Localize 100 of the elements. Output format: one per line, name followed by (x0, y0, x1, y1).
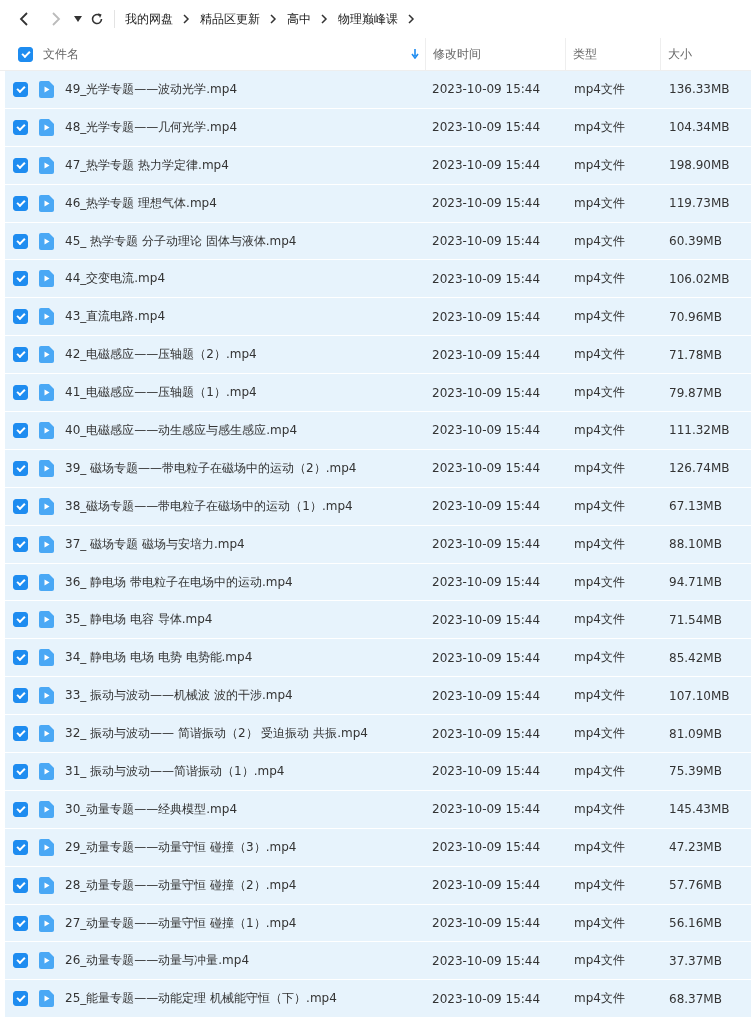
file-row[interactable]: 27_动量专题——动量守恒 碰撞（1）.mp4 2023-10-09 15:44 mp4文件 56.16MB (5, 904, 751, 942)
file-name: 29_动量专题——动量守恒 碰撞（3）.mp4 (65, 838, 297, 856)
file-row[interactable]: 46_热学专题 理想气体.mp4 2023-10-09 15:44 mp4文件 119.73MB (5, 184, 751, 222)
checkbox[interactable] (13, 536, 28, 552)
file-row[interactable]: 32_ 振动与波动—— 简谐振动（2） 受迫振动 共振.mp4 2023-10-09 15:44 mp4文件 81.09MB (5, 715, 751, 753)
file-row[interactable]: 45_ 热学专题 分子动理论 固体与液体.mp4 2023-10-09 15:44 mp4文件 60.39MB (5, 222, 751, 260)
checkbox[interactable] (13, 839, 28, 855)
file-row[interactable]: 47_热学专题 热力学定律.mp4 2023-10-09 15:44 mp4文件 198.90MB (5, 146, 751, 184)
file-row[interactable]: 43_直流电路.mp4 2023-10-09 15:44 mp4文件 70.96MB (5, 298, 751, 336)
file-type: mp4文件 (573, 80, 626, 98)
checkbox[interactable] (13, 650, 28, 666)
file-row[interactable]: 28_动量专题——动量守恒 碰撞（2）.mp4 2023-10-09 15:44 mp4文件 57.76MB (5, 866, 751, 904)
checkbox[interactable] (13, 81, 28, 97)
file-name: 43_直流电路.mp4 (65, 308, 166, 326)
video-file-icon (39, 346, 54, 364)
checkbox[interactable] (13, 385, 28, 401)
checkbox[interactable] (13, 347, 28, 363)
file-row[interactable]: 34_ 静电场 电场 电势 电势能.mp4 2023-10-09 15:44 mp4文件 85.42MB (5, 639, 751, 677)
modified-date: 2023-10-09 15:44 (431, 840, 542, 855)
checkbox[interactable] (13, 498, 28, 514)
checkbox[interactable] (13, 119, 28, 135)
checkbox[interactable] (13, 422, 28, 438)
checkbox[interactable] (13, 612, 28, 628)
modified-date: 2023-10-09 15:44 (431, 916, 542, 931)
file-size: 37.37MB (668, 953, 723, 968)
video-file-icon (39, 497, 54, 515)
file-size: 111.32MB (668, 423, 731, 438)
file-type: mp4文件 (573, 459, 626, 477)
breadcrumb-link[interactable]: 我的网盘 (125, 10, 173, 28)
breadcrumb-link[interactable]: 物理巅峰课 (338, 10, 398, 28)
dropdown-icon[interactable] (74, 16, 82, 22)
column-header[interactable]: 类型 (573, 45, 597, 63)
file-type: mp4文件 (573, 649, 626, 667)
video-file-icon (39, 459, 54, 477)
file-size: 85.42MB (668, 650, 723, 665)
modified-date: 2023-10-09 15:44 (431, 537, 542, 552)
column-header[interactable]: 文件名 (43, 45, 411, 63)
file-row[interactable]: 38_磁场专题——带电粒子在磁场中的运动（1）.mp4 2023-10-09 15:44 mp4文件 67.13MB (5, 487, 751, 525)
file-name: 35_ 静电场 电容 导体.mp4 (65, 611, 213, 629)
checkbox[interactable] (18, 46, 33, 62)
breadcrumb-link[interactable]: 高中 (287, 10, 311, 28)
video-file-icon (39, 952, 54, 970)
file-size: 71.54MB (668, 612, 723, 627)
breadcrumb-link[interactable]: 精品区更新 (200, 10, 260, 28)
checkbox[interactable] (13, 801, 28, 817)
sort-arrow-icon[interactable] (411, 49, 419, 59)
file-row[interactable]: 48_光学专题——几何光学.mp4 2023-10-09 15:44 mp4文件 104.34MB (5, 108, 751, 146)
file-row[interactable]: 40_电磁感应——动生感应与感生感应.mp4 2023-10-09 15:44 mp4文件 111.32MB (5, 412, 751, 449)
file-name: 37_ 磁场专题 磁场与安培力.mp4 (65, 535, 245, 553)
modified-date: 2023-10-09 15:44 (431, 271, 542, 286)
file-row[interactable]: 35_ 静电场 电容 导体.mp4 2023-10-09 15:44 mp4文件 71.54MB (5, 601, 751, 639)
file-type: mp4文件 (573, 838, 626, 856)
checkbox[interactable] (13, 763, 28, 779)
file-row[interactable]: 39_ 磁场专题——带电粒子在磁场中的运动（2）.mp4 2023-10-09 15:44 mp4文件 126.74MB (5, 449, 751, 487)
modified-date: 2023-10-09 15:44 (431, 650, 542, 665)
file-size: 136.33MB (668, 82, 731, 97)
checkbox[interactable] (13, 233, 28, 249)
column-header[interactable]: 大小 (668, 45, 692, 63)
checkbox[interactable] (13, 309, 28, 325)
file-row[interactable]: 30_动量专题——经典模型.mp4 2023-10-09 15:44 mp4文件 145.43MB (5, 790, 751, 828)
checkbox[interactable] (13, 460, 28, 476)
video-file-icon (39, 687, 54, 705)
checkbox[interactable] (13, 953, 28, 969)
file-size: 75.39MB (668, 764, 723, 779)
file-row[interactable]: 31_ 振动与波动——简谐振动（1）.mp4 2023-10-09 15:44 mp4文件 75.39MB (5, 753, 751, 790)
modified-date: 2023-10-09 15:44 (431, 499, 542, 514)
file-size: 198.90MB (668, 158, 731, 173)
modified-date: 2023-10-09 15:44 (431, 726, 542, 741)
checkbox[interactable] (13, 915, 28, 931)
file-size: 81.09MB (668, 726, 723, 741)
checkbox[interactable] (13, 574, 28, 590)
file-row[interactable]: 49_光学专题——波动光学.mp4 2023-10-09 15:44 mp4文件 136.33MB (5, 71, 751, 108)
file-row[interactable]: 37_ 磁场专题 磁场与安培力.mp4 2023-10-09 15:44 mp4文件 88.10MB (5, 525, 751, 563)
file-type: mp4文件 (573, 156, 626, 174)
checkbox[interactable] (13, 877, 28, 893)
video-file-icon (39, 308, 54, 326)
file-size: 68.37MB (668, 991, 723, 1006)
video-file-icon (39, 384, 54, 402)
file-row[interactable]: 42_电磁感应——压轴题（2）.mp4 2023-10-09 15:44 mp4文件 71.78MB (5, 336, 751, 374)
checkbox[interactable] (13, 726, 28, 742)
checkbox[interactable] (13, 195, 28, 211)
checkbox[interactable] (13, 688, 28, 704)
file-row[interactable]: 29_动量专题——动量守恒 碰撞（3）.mp4 2023-10-09 15:44 mp4文件 47.23MB (5, 828, 751, 866)
file-type: mp4文件 (573, 990, 626, 1008)
checkbox[interactable] (13, 271, 28, 287)
file-type: mp4文件 (573, 308, 626, 326)
file-row[interactable]: 26_动量专题——动量与冲量.mp4 2023-10-09 15:44 mp4文件 37.37MB (5, 942, 751, 980)
file-size: 60.39MB (668, 234, 723, 248)
file-row[interactable]: 33_ 振动与波动——机械波 波的干涉.mp4 2023-10-09 15:44 mp4文件 107.10MB (5, 677, 751, 715)
checkbox[interactable] (13, 157, 28, 173)
refresh-icon[interactable] (90, 12, 104, 26)
file-row[interactable]: 25_能量专题——动能定理 机械能守恒（下）.mp4 2023-10-09 15:44 mp4文件 68.37MB (5, 980, 751, 1018)
file-type: mp4文件 (573, 876, 626, 894)
file-row[interactable]: 36_ 静电场 带电粒子在电场中的运动.mp4 2023-10-09 15:44 mp4文件 94.71MB (5, 563, 751, 601)
file-name: 45_ 热学专题 分子动理论 固体与液体.mp4 (65, 232, 297, 250)
file-row[interactable]: 41_电磁感应——压轴题（1）.mp4 2023-10-09 15:44 mp4文件 79.87MB (5, 374, 751, 411)
file-row[interactable]: 44_交变电流.mp4 2023-10-09 15:44 mp4文件 106.02MB (5, 260, 751, 298)
checkbox[interactable] (13, 991, 28, 1007)
column-header[interactable]: 修改时间 (433, 45, 481, 63)
video-file-icon (39, 156, 54, 174)
